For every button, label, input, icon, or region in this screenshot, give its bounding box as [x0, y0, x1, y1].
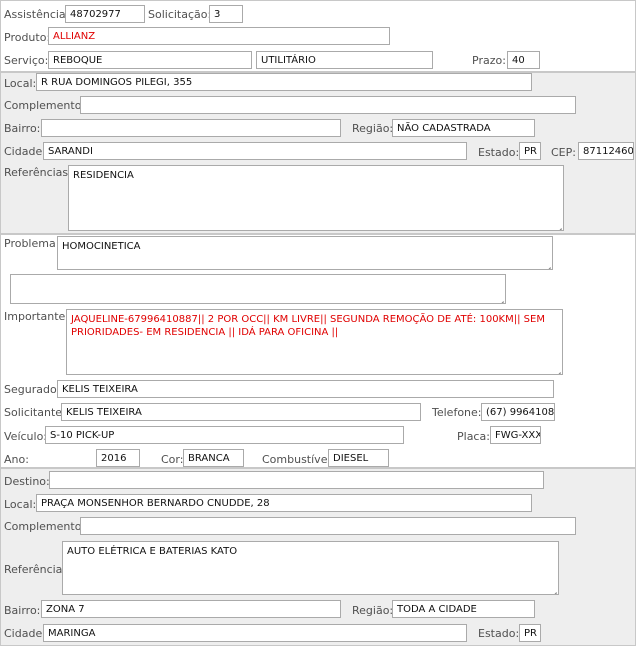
destino-cidade-field[interactable]: MARINGA	[43, 624, 467, 642]
destino-cidade-label: Cidade:	[4, 627, 46, 640]
telefone-field[interactable]: (67) 996410887	[481, 403, 555, 421]
ano-label: Ano:	[4, 453, 29, 466]
combustivel-field[interactable]: DIESEL	[328, 449, 389, 467]
regiao-field[interactable]: NÃO CADASTRADA	[392, 119, 535, 137]
assistencia-label: Assistência:	[4, 8, 70, 21]
produto-field[interactable]: ALLIANZ	[48, 27, 390, 45]
destino-regiao-label: Região:	[352, 604, 394, 617]
problema-text: HOMOCINETICA	[62, 241, 141, 252]
importante-label: Importante:	[4, 310, 70, 323]
referencias-text: RESIDENCIA	[73, 170, 134, 181]
assistencia-field[interactable]: 48702977	[65, 5, 145, 23]
resize-grip-icon[interactable]	[543, 260, 551, 268]
destino-estado-field[interactable]: PR	[519, 624, 541, 642]
destino-referencia-label: Referência:	[4, 563, 67, 576]
cep-field[interactable]: 87112460	[578, 142, 634, 160]
referencias-textarea[interactable]: RESIDENCIA	[68, 165, 564, 231]
bairro-field[interactable]	[41, 119, 341, 137]
placa-label: Placa:	[457, 430, 490, 443]
destino-regiao-field[interactable]: TODA A CIDADE	[392, 600, 535, 618]
destino-complemento-field[interactable]	[80, 517, 576, 535]
bairro-label: Bairro:	[4, 122, 41, 135]
servico-label: Serviço:	[4, 54, 49, 67]
veiculo-field[interactable]: S-10 PICK-UP	[45, 426, 404, 444]
telefone-label: Telefone:	[432, 406, 482, 419]
combustivel-label: Combustível:	[262, 453, 335, 466]
complemento-field[interactable]	[80, 96, 576, 114]
servico-field[interactable]: REBOQUE	[48, 51, 252, 69]
destino-bairro-field[interactable]: ZONA 7	[41, 600, 341, 618]
cep-label: CEP:	[551, 146, 576, 159]
resize-grip-icon[interactable]	[554, 221, 562, 229]
destino-bairro-label: Bairro:	[4, 604, 41, 617]
prazo-field[interactable]: 40	[507, 51, 540, 69]
resize-grip-icon[interactable]	[496, 294, 504, 302]
problema-extra-textarea[interactable]	[10, 274, 506, 304]
destino-referencia-textarea[interactable]: AUTO ELÉTRICA E BATERIAS KATO	[62, 541, 559, 595]
cor-label: Cor:	[161, 453, 184, 466]
complemento-label: Complemento:	[4, 99, 86, 112]
destino-referencia-text: AUTO ELÉTRICA E BATERIAS KATO	[67, 546, 238, 557]
ano-field[interactable]: 2016	[96, 449, 140, 467]
solicitante-label: Solicitante:	[4, 406, 66, 419]
local-field[interactable]: R RUA DOMINGOS PILEGI, 355	[36, 73, 532, 91]
solicitacao-label: Solicitação:	[148, 8, 212, 21]
destino-label: Destino:	[4, 475, 50, 488]
destino-local-field[interactable]: PRAÇA MONSENHOR BERNARDO CNUDDE, 28	[36, 494, 532, 512]
cidade-field[interactable]: SARANDI	[43, 142, 467, 160]
servico-tipo-field[interactable]: UTILITÁRIO	[256, 51, 433, 69]
resize-grip-icon[interactable]	[549, 585, 557, 593]
veiculo-label: Veículo:	[4, 430, 48, 443]
destino-local-label: Local:	[4, 498, 37, 511]
estado-label: Estado:	[478, 146, 520, 159]
placa-field[interactable]: FWG-XXXX	[490, 426, 541, 444]
segurado-field[interactable]: KELIS TEIXEIRA	[57, 380, 554, 398]
importante-textarea[interactable]: JAQUELINE-67996410887|| 2 POR OCC|| KM L…	[66, 309, 563, 375]
prazo-label: Prazo:	[472, 54, 506, 67]
destino-field[interactable]	[49, 471, 544, 489]
estado-field[interactable]: PR	[519, 142, 541, 160]
problema-label: Problema:	[4, 237, 60, 250]
local-label: Local:	[4, 77, 37, 90]
cidade-label: Cidade:	[4, 145, 46, 158]
solicitante-field[interactable]: KELIS TEIXEIRA	[61, 403, 421, 421]
regiao-label: Região:	[352, 122, 394, 135]
segurado-label: Segurado:	[4, 383, 61, 396]
produto-label: Produto:	[4, 31, 51, 44]
problema-textarea[interactable]: HOMOCINETICA	[57, 236, 553, 270]
referencias-label: Referências:	[4, 166, 72, 179]
solicitacao-field[interactable]: 3	[209, 5, 243, 23]
resize-grip-icon[interactable]	[553, 365, 561, 373]
destino-complemento-label: Complemento:	[4, 520, 86, 533]
destino-estado-label: Estado:	[478, 627, 520, 640]
cor-field[interactable]: BRANCA	[183, 449, 244, 467]
importante-text: JAQUELINE-67996410887|| 2 POR OCC|| KM L…	[71, 314, 545, 338]
